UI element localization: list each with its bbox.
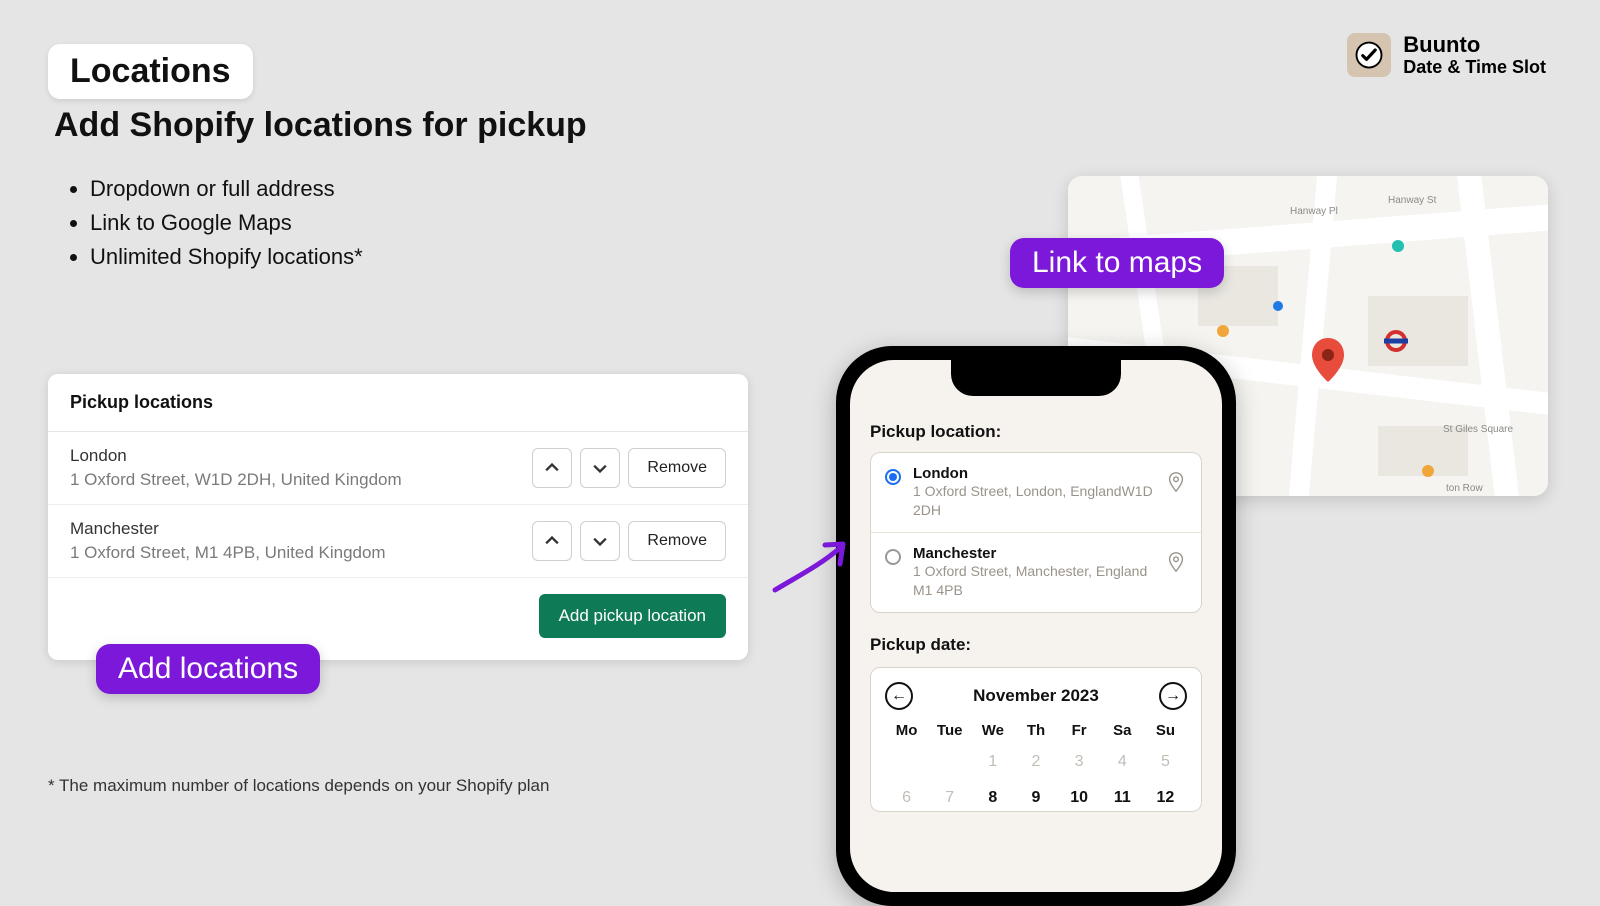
calendar-month: November 2023 <box>973 686 1099 706</box>
calendar-dow: Fr <box>1058 722 1101 739</box>
map-pin-icon[interactable] <box>1165 551 1187 573</box>
phone-notch <box>951 360 1121 396</box>
calendar-dow: Th <box>1014 722 1057 739</box>
svg-text:ton Row: ton Row <box>1446 483 1483 494</box>
svg-text:St Giles Square: St Giles Square <box>1443 424 1513 435</box>
bullet-item: Unlimited Shopify locations* <box>90 244 363 270</box>
calendar-day[interactable]: 10 <box>1058 785 1101 811</box>
pickup-date-label: Pickup date: <box>870 635 1202 655</box>
location-name: Manchester <box>70 519 386 539</box>
arrow-icon <box>770 530 850 600</box>
calendar-day[interactable]: 4 <box>1101 749 1144 775</box>
map-pin-icon[interactable] <box>1165 471 1187 493</box>
link-to-maps-callout: Link to maps <box>1010 238 1224 288</box>
location-name: London <box>70 446 402 466</box>
card-title: Pickup locations <box>48 374 748 432</box>
calendar-dow: Tue <box>928 722 971 739</box>
page-title: Add Shopify locations for pickup <box>54 106 587 145</box>
pickup-locations-card: Pickup locations London 1 Oxford Street,… <box>48 374 748 660</box>
calendar-day[interactable]: 7 <box>928 785 971 811</box>
location-row: Manchester 1 Oxford Street, M1 4PB, Unit… <box>48 505 748 578</box>
calendar-day[interactable]: 9 <box>1014 785 1057 811</box>
bullet-item: Dropdown or full address <box>90 176 363 202</box>
option-city: Manchester <box>913 545 1153 562</box>
calendar-dow: Sa <box>1101 722 1144 739</box>
phone-mockup: Pickup location: London 1 Oxford Street,… <box>836 346 1236 906</box>
calendar-day[interactable]: 8 <box>971 785 1014 811</box>
add-locations-callout: Add locations <box>96 644 320 694</box>
calendar-day[interactable]: 11 <box>1101 785 1144 811</box>
svg-text:Hanway St: Hanway St <box>1388 195 1437 206</box>
locations-badge: Locations <box>48 44 253 99</box>
radio-selected-icon <box>885 469 901 485</box>
chevron-down-icon <box>593 534 607 548</box>
chevron-down-icon <box>593 461 607 475</box>
brand-name: Buunto <box>1403 32 1546 57</box>
option-address: 1 Oxford Street, Manchester, England M1 … <box>913 562 1153 600</box>
footnote: * The maximum number of locations depend… <box>48 776 549 796</box>
chevron-up-icon <box>545 461 559 475</box>
remove-button[interactable]: Remove <box>628 521 726 561</box>
bullet-item: Link to Google Maps <box>90 210 363 236</box>
calendar-prev-button[interactable]: ← <box>885 682 913 710</box>
pickup-location-options: London 1 Oxford Street, London, EnglandW… <box>870 452 1202 613</box>
calendar-dow: Su <box>1144 722 1187 739</box>
remove-button[interactable]: Remove <box>628 448 726 488</box>
move-up-button[interactable] <box>532 448 572 488</box>
option-city: London <box>913 465 1153 482</box>
radio-unselected-icon <box>885 549 901 565</box>
move-down-button[interactable] <box>580 448 620 488</box>
move-up-button[interactable] <box>532 521 572 561</box>
calendar-day[interactable]: 6 <box>885 785 928 811</box>
calendar-dow: We <box>971 722 1014 739</box>
pickup-option[interactable]: Manchester 1 Oxford Street, Manchester, … <box>871 533 1201 612</box>
location-row: London 1 Oxford Street, W1D 2DH, United … <box>48 432 748 505</box>
calendar-day[interactable]: 1 <box>971 749 1014 775</box>
location-address: 1 Oxford Street, W1D 2DH, United Kingdom <box>70 470 402 490</box>
pickup-option[interactable]: London 1 Oxford Street, London, EnglandW… <box>871 453 1201 533</box>
chevron-up-icon <box>545 534 559 548</box>
brand-logo: Buunto Date & Time Slot <box>1347 32 1546 78</box>
add-pickup-location-button[interactable]: Add pickup location <box>539 594 726 638</box>
brand-check-icon <box>1347 33 1391 77</box>
feature-bullets: Dropdown or full address Link to Google … <box>90 176 363 278</box>
svg-text:Hanway Pl: Hanway Pl <box>1290 206 1338 217</box>
option-address: 1 Oxford Street, London, EnglandW1D 2DH <box>913 482 1153 520</box>
calendar-day[interactable]: 12 <box>1144 785 1187 811</box>
calendar: ← November 2023 → Mo Tue We Th Fr Sa Su … <box>870 667 1202 812</box>
pickup-location-label: Pickup location: <box>870 422 1202 442</box>
brand-tagline: Date & Time Slot <box>1403 57 1546 78</box>
calendar-day[interactable]: 2 <box>1014 749 1057 775</box>
calendar-day[interactable]: 5 <box>1144 749 1187 775</box>
calendar-day[interactable]: 3 <box>1058 749 1101 775</box>
move-down-button[interactable] <box>580 521 620 561</box>
location-address: 1 Oxford Street, M1 4PB, United Kingdom <box>70 543 386 563</box>
calendar-next-button[interactable]: → <box>1159 682 1187 710</box>
calendar-dow: Mo <box>885 722 928 739</box>
